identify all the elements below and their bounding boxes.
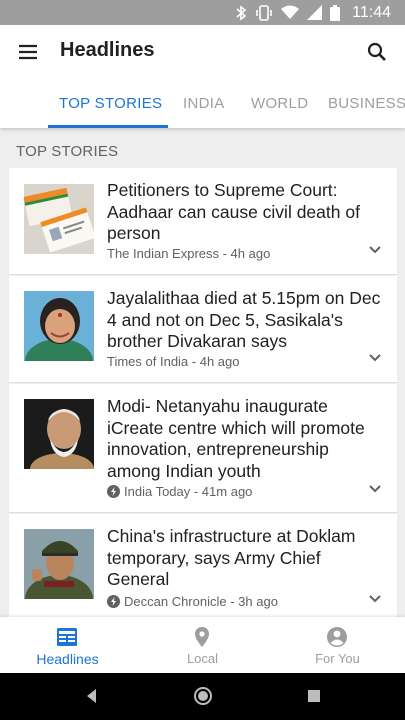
recent-apps-icon[interactable] bbox=[306, 686, 322, 706]
bottom-navigation: Headlines Local For You bbox=[0, 617, 405, 673]
story-headline[interactable]: Petitioners to Supreme Court: Aadhaar ca… bbox=[107, 180, 385, 245]
section-tabs: TOP STORIES INDIA WORLD BUSINESS bbox=[0, 79, 405, 128]
story-headline[interactable]: Modi- Netanyahu inaugurate iCreate centr… bbox=[107, 396, 385, 482]
story-source: The Indian Express - 4h ago bbox=[107, 246, 270, 261]
story-source: Deccan Chronicle - 3h ago bbox=[107, 594, 278, 609]
story-source: Times of India - 4h ago bbox=[107, 354, 239, 369]
chevron-down-icon[interactable] bbox=[367, 481, 383, 497]
tab-business[interactable]: BUSINESS bbox=[328, 95, 405, 112]
story-headline[interactable]: China's infrastructure at Doklam tempora… bbox=[107, 526, 385, 591]
app-bar: Headlines bbox=[0, 25, 405, 79]
nav-label: Local bbox=[186, 651, 219, 666]
story-source: India Today - 41m ago bbox=[107, 484, 252, 499]
location-pin-icon bbox=[190, 625, 214, 649]
story-source-text: Deccan Chronicle - 3h ago bbox=[124, 594, 278, 609]
chevron-down-icon[interactable] bbox=[367, 242, 383, 258]
tab-top-stories[interactable]: TOP STORIES bbox=[59, 95, 162, 112]
nav-label: For You bbox=[315, 651, 360, 666]
wifi-icon bbox=[281, 5, 300, 20]
story-thumbnail[interactable] bbox=[24, 529, 94, 599]
nav-local[interactable]: Local bbox=[135, 617, 270, 673]
story-card[interactable]: Petitioners to Supreme Court: Aadhaar ca… bbox=[9, 168, 397, 275]
account-icon bbox=[325, 625, 349, 649]
section-heading: TOP STORIES bbox=[16, 143, 119, 160]
story-card[interactable]: Jayalalithaa died at 5.15pm on Dec 4 and… bbox=[9, 276, 397, 383]
back-icon[interactable] bbox=[84, 686, 98, 706]
newspaper-icon bbox=[55, 625, 79, 649]
bluetooth-icon bbox=[235, 4, 247, 21]
chevron-down-icon[interactable] bbox=[367, 591, 383, 607]
page-title: Headlines bbox=[60, 39, 155, 61]
chevron-down-icon[interactable] bbox=[367, 350, 383, 366]
status-time: 11:44 bbox=[352, 3, 391, 21]
nav-headlines[interactable]: Headlines bbox=[0, 617, 135, 673]
story-card[interactable]: China's infrastructure at Doklam tempora… bbox=[9, 514, 397, 624]
story-thumbnail[interactable] bbox=[24, 399, 94, 469]
amp-lightning-icon bbox=[107, 595, 120, 608]
home-icon[interactable] bbox=[192, 686, 214, 706]
story-headline[interactable]: Jayalalithaa died at 5.15pm on Dec 4 and… bbox=[107, 288, 385, 353]
nav-for-you[interactable]: For You bbox=[270, 617, 405, 673]
nav-label: Headlines bbox=[36, 651, 99, 667]
battery-icon bbox=[330, 4, 341, 21]
tab-world[interactable]: WORLD bbox=[251, 95, 308, 112]
story-thumbnail[interactable] bbox=[24, 184, 94, 254]
search-icon[interactable] bbox=[365, 40, 389, 64]
story-thumbnail[interactable] bbox=[24, 291, 94, 361]
tab-indicator bbox=[48, 125, 168, 128]
vibrate-icon bbox=[255, 4, 273, 21]
story-card[interactable]: Modi- Netanyahu inaugurate iCreate centr… bbox=[9, 384, 397, 513]
cell-signal-icon bbox=[307, 5, 323, 20]
menu-icon[interactable] bbox=[16, 40, 40, 64]
story-source-text: The Indian Express - 4h ago bbox=[107, 246, 271, 261]
story-source-text: Times of India - 4h ago bbox=[107, 354, 240, 369]
story-source-text: India Today - 41m ago bbox=[124, 484, 253, 499]
tab-india[interactable]: INDIA bbox=[183, 95, 225, 112]
system-navigation-bar bbox=[0, 673, 405, 720]
status-bar: 11:44 bbox=[0, 0, 405, 25]
amp-lightning-icon bbox=[107, 485, 120, 498]
